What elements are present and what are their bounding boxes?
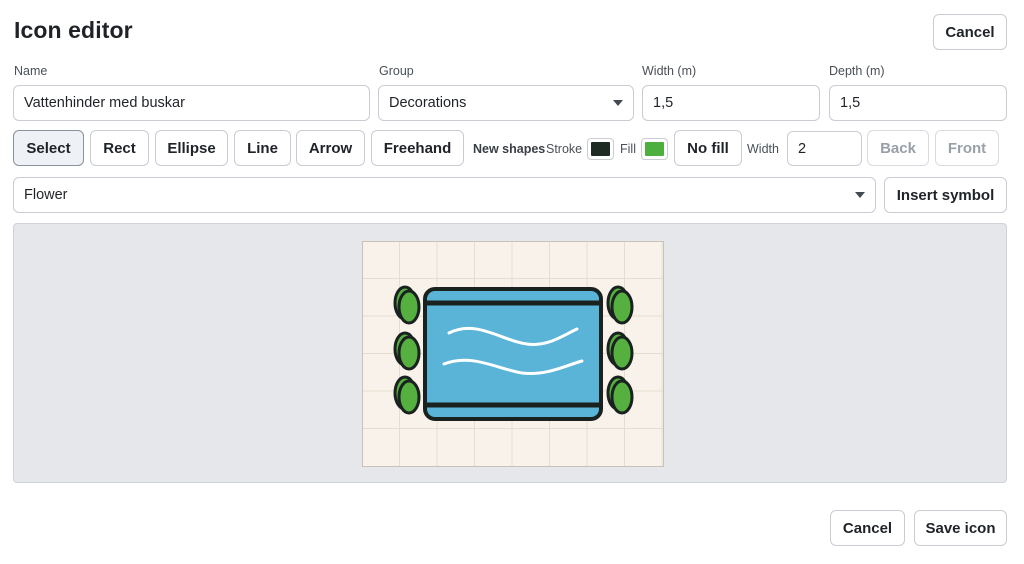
- save-icon-button[interactable]: Save icon: [914, 510, 1007, 546]
- bring-front-button[interactable]: Front: [935, 130, 999, 166]
- tool-line-button[interactable]: Line: [234, 130, 291, 166]
- bush-ellipse-shape[interactable]: [610, 379, 634, 415]
- fill-color-swatch[interactable]: [641, 138, 668, 160]
- name-input[interactable]: [13, 85, 370, 121]
- name-label: Name: [14, 64, 48, 78]
- tool-arrow-button[interactable]: Arrow: [296, 130, 365, 166]
- fill-label: Fill: [620, 142, 636, 156]
- fill-color-chip: [645, 142, 664, 156]
- bushes-right-group[interactable]: [606, 285, 634, 415]
- editor-canvas-area[interactable]: [13, 223, 1007, 483]
- bush-ellipse-shape[interactable]: [610, 289, 634, 325]
- send-back-button[interactable]: Back: [867, 130, 929, 166]
- insert-symbol-button[interactable]: Insert symbol: [884, 177, 1007, 213]
- new-shapes-label: New shapes: [473, 142, 546, 156]
- group-select[interactable]: Decorations: [378, 85, 634, 121]
- bush-ellipse-shape[interactable]: [397, 379, 421, 415]
- dialog-title: Icon editor: [14, 17, 133, 43]
- chevron-down-icon: [855, 192, 865, 198]
- tool-freehand-button[interactable]: Freehand: [371, 130, 464, 166]
- tool-select-button[interactable]: Select: [13, 130, 84, 166]
- cancel-button[interactable]: Cancel: [830, 510, 905, 546]
- tool-ellipse-button[interactable]: Ellipse: [155, 130, 228, 166]
- group-label: Group: [379, 64, 414, 78]
- symbol-select-value: Flower: [24, 187, 68, 203]
- pond-rect-shape[interactable]: [423, 287, 603, 421]
- depth-label: Depth (m): [829, 64, 885, 78]
- stroke-color-chip: [591, 142, 610, 156]
- bushes-left-group[interactable]: [393, 285, 421, 415]
- no-fill-button[interactable]: No fill: [674, 130, 742, 166]
- symbol-select[interactable]: Flower: [13, 177, 876, 213]
- cancel-top-button[interactable]: Cancel: [933, 14, 1007, 50]
- width-input[interactable]: [642, 85, 820, 121]
- depth-input[interactable]: [829, 85, 1007, 121]
- stroke-width-input[interactable]: [787, 131, 862, 166]
- width-label: Width (m): [642, 64, 697, 78]
- icon-canvas[interactable]: [362, 241, 664, 467]
- stroke-label: Stroke: [546, 142, 583, 156]
- group-select-value: Decorations: [389, 95, 467, 111]
- stroke-color-swatch[interactable]: [587, 138, 614, 160]
- bush-ellipse-shape[interactable]: [610, 335, 634, 371]
- stroke-width-label: Width: [747, 142, 779, 156]
- bush-ellipse-shape[interactable]: [397, 335, 421, 371]
- bush-ellipse-shape[interactable]: [397, 289, 421, 325]
- chevron-down-icon: [613, 100, 623, 106]
- tool-rect-button[interactable]: Rect: [90, 130, 149, 166]
